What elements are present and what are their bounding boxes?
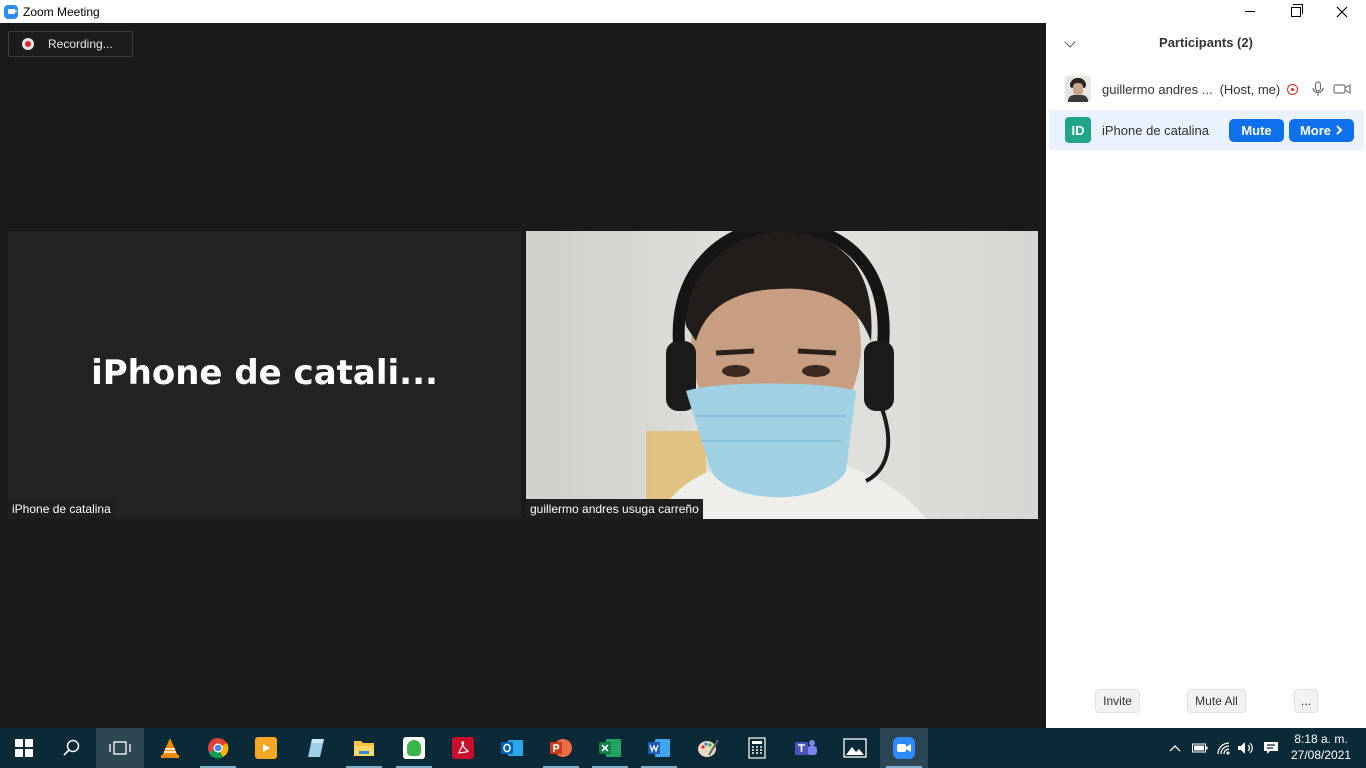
- powerpoint-icon: [550, 739, 572, 757]
- participant-name: guillermo andres ...: [1102, 81, 1213, 97]
- participant-row-host[interactable]: guillermo andres ... (Host, me): [1049, 69, 1364, 109]
- webcam-video: [526, 231, 1038, 519]
- participants-footer: Invite Mute All ...: [1046, 689, 1366, 713]
- start-button[interactable]: [0, 728, 48, 768]
- more-options-button[interactable]: More: [1288, 118, 1354, 142]
- taskbar-app-paint[interactable]: [684, 728, 732, 768]
- participant-row-iphone[interactable]: ID iPhone de catalina Mute More: [1049, 110, 1364, 150]
- taskbar-app-video-player[interactable]: [242, 728, 290, 768]
- notification-icon: [1264, 742, 1278, 754]
- close-icon: [1336, 6, 1348, 17]
- teams-icon: [795, 740, 817, 755]
- acrobat-icon: [452, 737, 474, 759]
- participants-panel: Participants (2) guillermo andres ... (H…: [1046, 23, 1366, 728]
- chrome-icon: [208, 738, 229, 759]
- avatar: ID: [1065, 117, 1091, 143]
- task-view-icon: [109, 741, 131, 755]
- network-button[interactable]: [1214, 728, 1234, 768]
- microphone-icon[interactable]: [1311, 81, 1325, 97]
- show-hidden-icons-button[interactable]: [1166, 728, 1184, 768]
- battery-button[interactable]: [1190, 728, 1210, 768]
- minimize-icon: [1245, 11, 1255, 12]
- participant-role: (Host, me): [1219, 81, 1281, 97]
- recording-icon: [22, 38, 34, 50]
- calculator-icon: [748, 737, 766, 759]
- word-icon: [648, 739, 670, 757]
- clock-date: 27/08/2021: [1290, 748, 1352, 762]
- notes-icon: [308, 739, 324, 757]
- restore-icon: [1291, 3, 1303, 17]
- close-button[interactable]: [1319, 0, 1365, 23]
- taskbar-app-vlc[interactable]: [146, 728, 194, 768]
- title-bar: Zoom Meeting: [0, 0, 1366, 23]
- minimize-button[interactable]: [1227, 0, 1273, 23]
- taskbar-app-word[interactable]: [635, 728, 683, 768]
- file-explorer-icon: [354, 741, 374, 756]
- zoom-app-icon: [4, 4, 18, 19]
- invite-button[interactable]: Invite: [1095, 689, 1140, 713]
- participants-title: Participants (2): [1159, 35, 1253, 50]
- zoom-icon: [893, 737, 915, 759]
- taskbar: 8:18 a. m. 27/08/2021: [0, 728, 1366, 768]
- excel-icon: [599, 739, 621, 757]
- recording-badge[interactable]: Recording...: [8, 31, 133, 57]
- paint-icon: [698, 739, 719, 757]
- speaker-icon: [1238, 742, 1253, 754]
- video-name-label: iPhone de catalina: [8, 499, 115, 519]
- video-camera-icon[interactable]: [1333, 83, 1351, 95]
- more-label: More: [1299, 122, 1332, 138]
- participant-display-name: iPhone de catali...: [91, 353, 438, 393]
- recording-label: Recording...: [48, 37, 113, 51]
- taskbar-app-calculator[interactable]: [733, 728, 781, 768]
- taskbar-app-zoom[interactable]: [880, 728, 928, 768]
- outlook-icon: [501, 740, 523, 756]
- participant-name: iPhone de catalina: [1102, 122, 1209, 138]
- taskbar-app-green[interactable]: [390, 728, 438, 768]
- green-app-icon: [403, 737, 425, 759]
- video-tile-guillermo[interactable]: guillermo andres usuga carreño: [526, 231, 1038, 519]
- vlc-icon: [161, 738, 179, 758]
- mute-all-button[interactable]: Mute All: [1187, 689, 1246, 713]
- search-icon: [63, 739, 80, 756]
- volume-button[interactable]: [1236, 728, 1256, 768]
- chevron-up-icon: [1169, 745, 1181, 752]
- wifi-icon: [1217, 742, 1230, 755]
- battery-icon: [1192, 743, 1208, 753]
- restore-button[interactable]: [1273, 0, 1319, 23]
- taskbar-app-powerpoint[interactable]: [537, 728, 585, 768]
- taskbar-app-notes[interactable]: [291, 728, 339, 768]
- avatar: [1065, 76, 1091, 102]
- windows-start-icon: [15, 739, 33, 757]
- action-center-button[interactable]: [1260, 728, 1282, 768]
- recording-icon: [1287, 83, 1299, 95]
- video-name-label: guillermo andres usuga carreño: [526, 499, 703, 519]
- search-button[interactable]: [48, 728, 96, 768]
- window-title: Zoom Meeting: [23, 4, 100, 19]
- task-view-button[interactable]: [96, 728, 144, 768]
- participants-header: Participants (2): [1046, 35, 1366, 55]
- mute-participant-button[interactable]: Mute: [1228, 118, 1284, 142]
- video-area: Recording... iPhone de catali... iPhone …: [0, 23, 1046, 728]
- video-player-icon: [255, 737, 277, 759]
- photos-icon: [843, 738, 867, 758]
- taskbar-clock[interactable]: 8:18 a. m. 27/08/2021: [1286, 731, 1356, 763]
- taskbar-app-photos[interactable]: [831, 728, 879, 768]
- more-button[interactable]: ...: [1294, 689, 1318, 713]
- video-tile-iphone[interactable]: iPhone de catali... iPhone de catalina: [8, 231, 521, 519]
- taskbar-app-outlook[interactable]: [488, 728, 536, 768]
- chevron-right-icon: [1336, 125, 1343, 135]
- taskbar-app-chrome[interactable]: [194, 728, 242, 768]
- taskbar-app-acrobat[interactable]: [439, 728, 487, 768]
- taskbar-app-teams[interactable]: [782, 728, 830, 768]
- taskbar-app-file-explorer[interactable]: [340, 728, 388, 768]
- taskbar-app-excel[interactable]: [586, 728, 634, 768]
- clock-time: 8:18 a. m.: [1294, 732, 1348, 746]
